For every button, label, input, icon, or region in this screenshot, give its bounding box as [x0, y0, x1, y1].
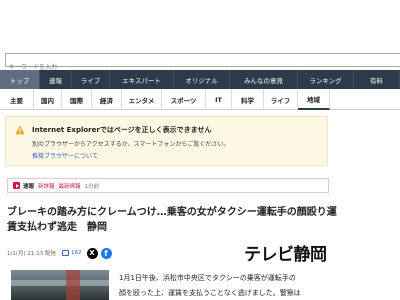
comments-link[interactable]: 162: [62, 250, 82, 256]
ie-warning-body: 別のブラウザーからアクセスするか、スマートフォンからご覧ください。: [32, 141, 230, 148]
nav-tab-breaking[interactable]: 速報: [40, 70, 72, 89]
source-logo[interactable]: テレビ静岡: [244, 240, 327, 265]
category-tab-it[interactable]: IT: [206, 89, 232, 110]
breaking-label: 速報: [23, 183, 35, 190]
nav-tab-paid[interactable]: 有料: [354, 70, 400, 89]
breaking-latest: 最新情報: [58, 183, 81, 190]
category-tab-international[interactable]: 国際: [62, 89, 92, 110]
category-tab-economy[interactable]: 経済: [92, 89, 122, 110]
article-photo[interactable]: [11, 270, 109, 300]
category-tab-domestic[interactable]: 国内: [34, 89, 62, 110]
article-meta: 1/1(月) 21:13 配信 162 X f: [7, 246, 112, 260]
category-nav: 主要 国内 国際 経済 エンタメ スポーツ IT 科学 ライフ 地域: [0, 89, 400, 110]
article-line: 顔を殴った上、運賃を支払うことなく逃げました。警察は: [119, 289, 301, 297]
recommended-browsers-link[interactable]: 推奨ブラウザーについて: [32, 151, 98, 160]
breaking-new-detail: 新詳報: [38, 183, 55, 190]
warning-icon: [15, 125, 25, 135]
ie-warning-title: Internet Explorerではページを正しく表示できません: [32, 126, 212, 134]
publish-date: 1/1(月) 21:13 配信: [7, 251, 56, 257]
comment-icon: [62, 250, 69, 256]
category-tab-sports[interactable]: スポーツ: [162, 89, 206, 110]
nav-tab-original[interactable]: オリジナル: [174, 70, 230, 89]
comment-count: 162: [71, 250, 82, 256]
nav-tab-top[interactable]: トップ: [0, 70, 40, 89]
category-tab-local[interactable]: 地域: [298, 89, 330, 110]
main-nav: トップ 速報 ライブ エキスパート オリジナル みんなの意見 ランキング 有料: [0, 70, 400, 89]
facebook-share-icon[interactable]: f: [100, 247, 112, 259]
x-share-icon[interactable]: X: [86, 247, 98, 259]
article-line: 1月1日午後、浜松市中央区でタクシーの乗客が運転手の: [119, 274, 296, 282]
nav-tab-expert[interactable]: エキスパート: [110, 70, 174, 89]
nav-tab-ranking[interactable]: ランキング: [298, 70, 354, 89]
play-icon: [13, 182, 20, 189]
breaking-time: 1分前: [84, 183, 100, 190]
article-headline: ブレーキの踏み方にクレームつけ…乗客の女がタクシー運転手の顔殴り運賃支払わず逃走…: [7, 207, 337, 233]
nav-tab-opinions[interactable]: みんなの意見: [230, 70, 298, 89]
category-tab-life[interactable]: ライフ: [264, 89, 298, 110]
category-tab-science[interactable]: 科学: [232, 89, 264, 110]
ie-warning-box: Internet Explorerではページを正しく表示できません 別のブラウザ…: [5, 116, 328, 166]
search-field[interactable]: [5, 53, 400, 74]
article-body: 1月1日午後、浜松市中央区でタクシーの乗客が運転手の 顔を殴った上、運賃を支払う…: [119, 271, 329, 300]
header-area: [0, 0, 400, 46]
breaking-news-bar[interactable]: 速報 新詳報 最新情報 1分前: [7, 178, 329, 193]
nav-tab-live[interactable]: ライブ: [72, 70, 110, 89]
category-tab-entertainment[interactable]: エンタメ: [122, 89, 162, 110]
category-tab-main[interactable]: 主要: [0, 89, 34, 110]
